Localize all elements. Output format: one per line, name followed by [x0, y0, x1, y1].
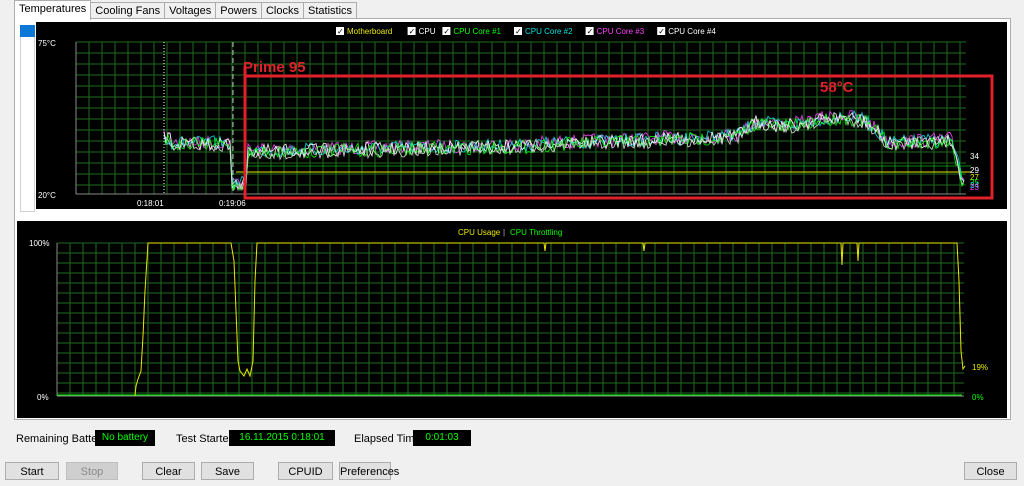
- legend-entry: CPU Core #2: [525, 27, 573, 36]
- tab-powers[interactable]: Powers: [215, 2, 262, 19]
- battery-value: No battery: [95, 430, 155, 446]
- y-max-label: 75°C: [38, 39, 56, 48]
- legend-entry: CPU: [419, 27, 436, 36]
- check-icon: ✓: [337, 27, 344, 36]
- start-button[interactable]: Start: [5, 462, 59, 480]
- end-value-label: 34: [970, 152, 979, 161]
- y-max-label: 100%: [29, 239, 49, 248]
- check-icon: ✓: [658, 27, 665, 36]
- tab-clocks[interactable]: Clocks: [260, 2, 304, 19]
- check-icon: ✓: [409, 27, 416, 36]
- time-label: 0:19:06: [219, 199, 246, 208]
- legend-entry: CPU Core #4: [668, 27, 716, 36]
- legend-entry: CPU Core #1: [453, 27, 501, 36]
- legend-cpu-throttling: CPU Throttling: [510, 228, 562, 237]
- end-value-label: 23: [970, 183, 979, 192]
- stop-button[interactable]: Stop: [66, 462, 118, 480]
- check-icon: ✓: [443, 27, 450, 36]
- legend-entry: Motherboard: [347, 27, 392, 36]
- cpuid-button[interactable]: CPUID: [278, 462, 333, 480]
- check-icon: ✓: [587, 27, 594, 36]
- tab-voltages[interactable]: Voltages: [164, 2, 217, 19]
- tab-statistics[interactable]: Statistics: [303, 2, 358, 19]
- temperature-chart: ✓ Motherboard ✓ CPU ✓ CPU Core #1 ✓ CPU Core #2…: [36, 22, 1007, 209]
- save-button[interactable]: Save: [201, 462, 254, 480]
- tab-cooling-fans[interactable]: Cooling Fans: [90, 2, 166, 19]
- elapsed-time-value: 0:01:03: [413, 430, 471, 446]
- test-started-value: 16.11.2015 0:18:01: [229, 430, 335, 446]
- tab-temperatures[interactable]: Temperatures: [14, 0, 92, 20]
- clear-button[interactable]: Clear: [142, 462, 195, 480]
- annotation-label: Prime 95: [243, 59, 306, 76]
- vertical-scrollbar[interactable]: [20, 25, 35, 212]
- legend-separator: |: [503, 228, 505, 237]
- preferences-button[interactable]: Preferences: [339, 462, 399, 480]
- annotation-peak: 58°C: [820, 79, 854, 96]
- temperature-chart-svg: ✓ Motherboard ✓ CPU ✓ CPU Core #1 ✓ CPU Core #2…: [38, 27, 994, 208]
- cpu-usage-chart-svg: 100% 0% CPU Usage | CPU Throttling 19% 0%: [29, 228, 988, 402]
- end-usage-label: 19%: [972, 363, 988, 372]
- time-label: 0:18:01: [137, 199, 164, 208]
- cpu-usage-chart: 100% 0% CPU Usage | CPU Throttling 19% 0%: [17, 221, 1007, 418]
- legend-cpu-usage: CPU Usage: [458, 228, 501, 237]
- close-button[interactable]: Close: [964, 462, 1017, 480]
- check-icon: ✓: [515, 27, 522, 36]
- scrollbar-thumb[interactable]: [20, 25, 35, 37]
- tab-bar: Temperatures Cooling Fans Voltages Power…: [14, 0, 358, 20]
- legend-entry: CPU Core #3: [597, 27, 645, 36]
- y-min-label: 0%: [37, 393, 49, 402]
- end-throttling-label: 0%: [972, 393, 984, 402]
- y-min-label: 20°C: [38, 191, 56, 200]
